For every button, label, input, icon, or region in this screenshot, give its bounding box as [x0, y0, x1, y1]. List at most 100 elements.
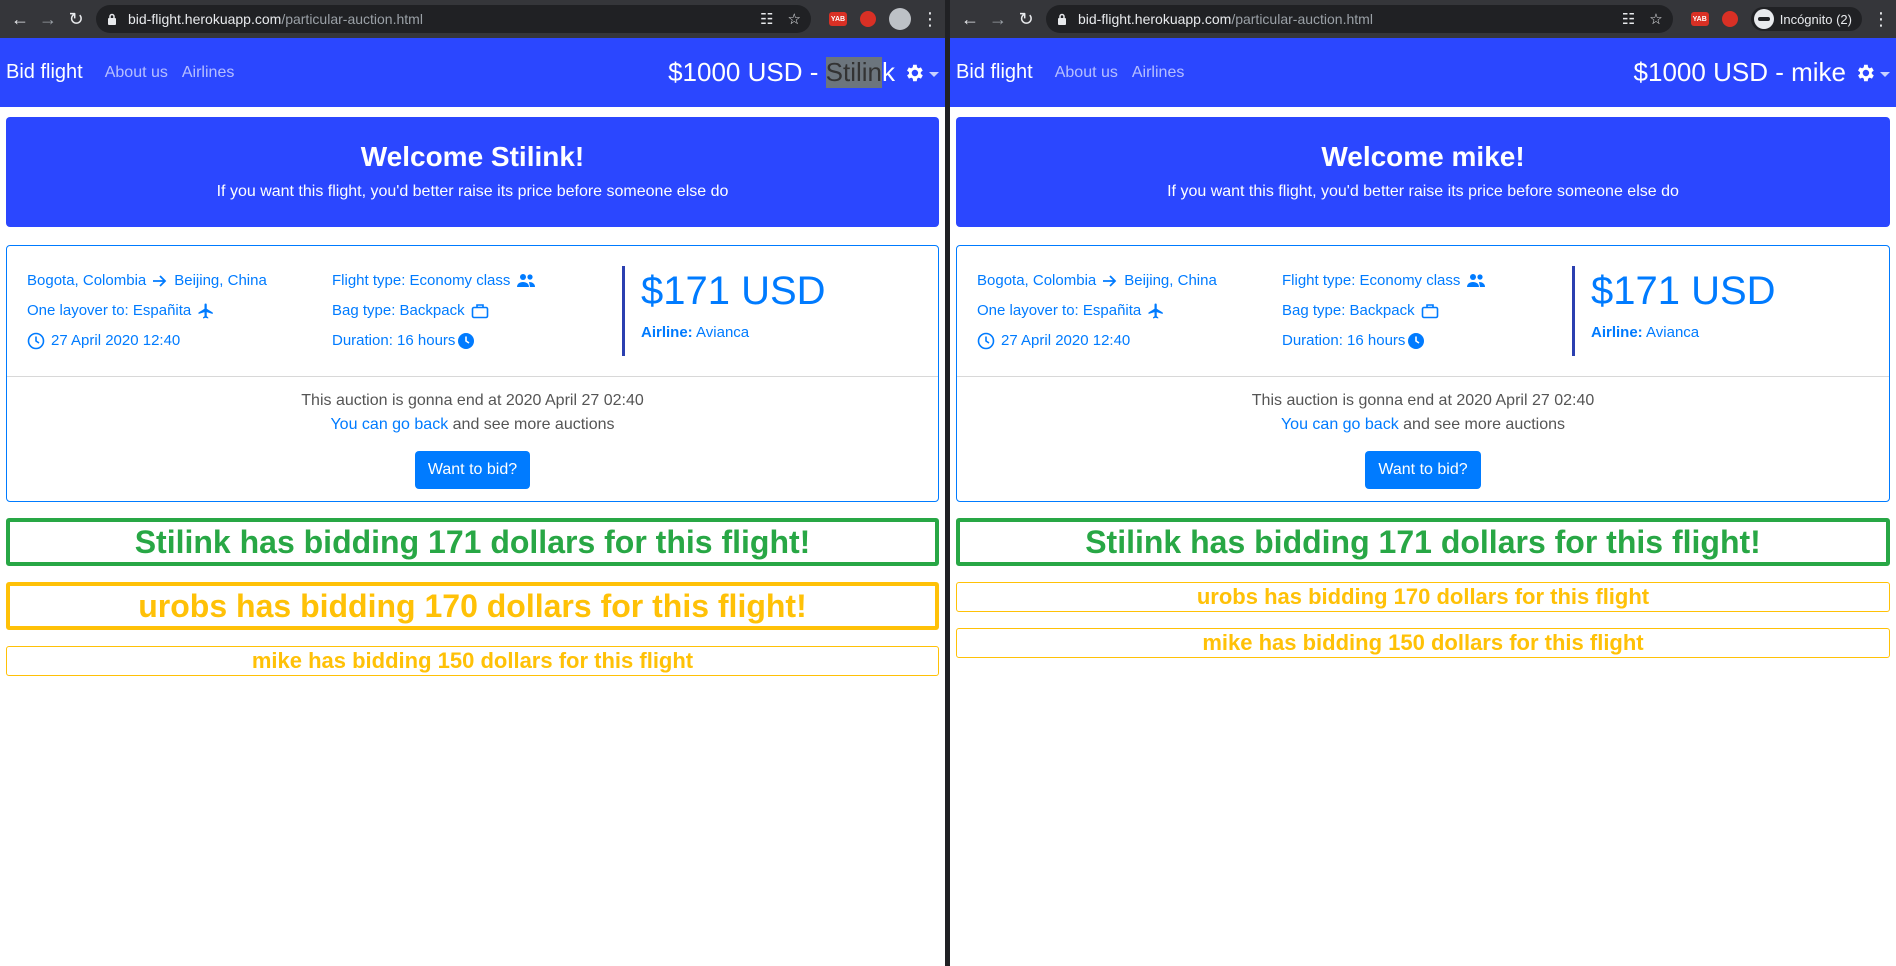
back-arrow-icon[interactable]: ← [956, 5, 984, 33]
airline-line: Airline: Avianca [641, 324, 750, 341]
arrow-right-icon [153, 275, 167, 287]
clock-filled-icon [458, 333, 475, 349]
flight-type: Flight type: Economy class [332, 272, 511, 289]
reload-icon[interactable]: ↻ [62, 5, 90, 33]
address-bar[interactable]: bid-flight.herokuapp.com/particular-auct… [1046, 5, 1673, 33]
briefcase-icon [471, 304, 488, 319]
stop-extension-icon[interactable] [1719, 8, 1741, 30]
bid-alert-third: mike has bidding 150 dollars for this fl… [6, 646, 939, 676]
forward-arrow-icon[interactable]: → [984, 5, 1012, 33]
flight-origin: Bogota, Colombia [27, 272, 147, 289]
welcome-subtitle: If you want this flight, you'd better ra… [216, 183, 729, 200]
user-balance-dropdown[interactable]: $1000 USD - Stilin k [668, 57, 939, 88]
back-arrow-icon[interactable]: ← [6, 5, 34, 33]
clock-icon [27, 332, 45, 350]
flight-card: Bogota, Colombia Beijing, China One layo… [6, 245, 939, 502]
flight-card: Bogota, Colombia Beijing, China One layo… [956, 245, 1890, 502]
bid-alert-leading: Stilink has bidding 171 dollars for this… [956, 518, 1890, 566]
want-to-bid-button[interactable]: Want to bid? [1365, 451, 1481, 489]
url-host: bid-flight.herokuapp.com [128, 11, 282, 27]
site-navbar: Bid flight About us Airlines $1000 USD -… [0, 38, 945, 107]
flight-destination: Beijing, China [174, 272, 267, 289]
incognito-profile-chip[interactable]: Incógnito (2) [1750, 7, 1862, 31]
go-back-rest: and see more auctions [448, 416, 615, 433]
balance-text: $1000 USD - [1633, 57, 1784, 87]
want-to-bid-button[interactable]: Want to bid? [414, 451, 531, 489]
flight-destination: Beijing, China [1124, 272, 1217, 289]
page-content: Welcome Stilink! If you want this flight… [0, 107, 945, 686]
site-navbar: Bid flight About us Airlines $1000 USD -… [950, 38, 1896, 107]
forward-arrow-icon[interactable]: → [34, 5, 62, 33]
stop-extension-icon[interactable] [857, 8, 879, 30]
welcome-title: Welcome mike! [1321, 141, 1525, 172]
flight-layover: One layover to: Españita [27, 302, 192, 319]
profile-avatar[interactable] [889, 8, 911, 30]
clock-filled-icon [1408, 333, 1425, 349]
lock-icon [108, 13, 116, 25]
balance-text: $1000 USD - [668, 57, 819, 87]
bid-alert-third: mike has bidding 150 dollars for this fl… [956, 628, 1890, 658]
welcome-subtitle: If you want this flight, you'd better ra… [1167, 183, 1679, 200]
flight-origin: Bogota, Colombia [977, 272, 1097, 289]
gear-icon [903, 62, 939, 84]
adblock-extension-icon[interactable]: YAB [1689, 8, 1711, 30]
bag-type: Bag type: Backpack [1282, 302, 1415, 319]
brand-link[interactable]: Bid flight [956, 61, 1033, 84]
browser-toolbar: ← → ↻ bid-flight.herokuapp.com/particula… [950, 0, 1896, 38]
url-host: bid-flight.herokuapp.com [1078, 11, 1232, 27]
bag-type: Bag type: Backpack [332, 302, 465, 319]
translate-icon[interactable]: ☷ [760, 10, 773, 28]
address-bar[interactable]: bid-flight.herokuapp.com/particular-auct… [96, 5, 811, 33]
price-section: $171 USD Airline: Avianca [622, 266, 826, 356]
flight-price: $171 USD [1591, 269, 1776, 313]
chevron-down-icon [929, 72, 939, 77]
flight-type: Flight type: Economy class [1282, 272, 1461, 289]
browser-window-right: ← → ↻ bid-flight.herokuapp.com/particula… [950, 0, 1896, 966]
arrow-right-icon [1103, 275, 1117, 287]
go-back-rest: and see more auctions [1398, 416, 1566, 433]
translate-icon[interactable]: ☷ [1622, 10, 1635, 28]
browser-toolbar: ← → ↻ bid-flight.herokuapp.com/particula… [0, 0, 945, 38]
menu-kebab-icon[interactable]: ⋮ [1872, 9, 1890, 30]
nav-about-link[interactable]: About us [105, 64, 168, 82]
user-balance-dropdown[interactable]: $1000 USD - mike [1634, 57, 1890, 88]
url-path: /particular-auction.html [1231, 11, 1373, 27]
page-content: Welcome mike! If you want this flight, y… [950, 107, 1896, 668]
incognito-icon [1753, 9, 1774, 29]
briefcase-icon [1421, 304, 1438, 319]
clock-icon [977, 332, 995, 350]
username: mike [1791, 57, 1846, 87]
brand-link[interactable]: Bid flight [6, 61, 83, 84]
go-back-link[interactable]: You can go back [330, 416, 448, 433]
airplane-icon [198, 303, 214, 319]
people-icon [517, 274, 536, 287]
bid-alert-second: urobs has bidding 170 dollars for this f… [956, 582, 1890, 612]
people-icon [1467, 274, 1486, 287]
url-path: /particular-auction.html [281, 11, 423, 27]
welcome-title: Welcome Stilink! [360, 141, 585, 172]
flight-duration: Duration: 16 hours [332, 332, 456, 349]
nav-airlines-link[interactable]: Airlines [1132, 64, 1184, 82]
nav-airlines-link[interactable]: Airlines [182, 64, 234, 82]
bid-alert-second: urobs has bidding 170 dollars for this f… [6, 582, 939, 630]
username-selected: Stilin [825, 57, 882, 88]
auction-end-text: This auction is gonna end at 2020 April … [1251, 392, 1595, 409]
star-icon[interactable]: ☆ [788, 10, 801, 28]
flight-duration: Duration: 16 hours [1282, 332, 1406, 349]
nav-about-link[interactable]: About us [1055, 64, 1118, 82]
welcome-jumbotron: Welcome mike! If you want this flight, y… [956, 117, 1890, 227]
desktop: ← → ↻ bid-flight.herokuapp.com/particula… [0, 0, 1896, 966]
browser-window-left: ← → ↻ bid-flight.herokuapp.com/particula… [0, 0, 945, 966]
welcome-jumbotron: Welcome Stilink! If you want this flight… [6, 117, 939, 227]
reload-icon[interactable]: ↻ [1012, 5, 1040, 33]
flight-layover: One layover to: Españita [977, 302, 1142, 319]
flight-date: 27 April 2020 12:40 [51, 332, 181, 349]
flight-price: $171 USD [641, 269, 826, 313]
adblock-extension-icon[interactable]: YAB [827, 8, 849, 30]
go-back-link[interactable]: You can go back [1281, 416, 1399, 433]
gear-icon [1854, 62, 1890, 84]
star-icon[interactable]: ☆ [1649, 10, 1662, 28]
chevron-down-icon [1880, 72, 1890, 77]
airline-line: Airline: Avianca [1591, 324, 1700, 341]
menu-kebab-icon[interactable]: ⋮ [921, 9, 939, 30]
